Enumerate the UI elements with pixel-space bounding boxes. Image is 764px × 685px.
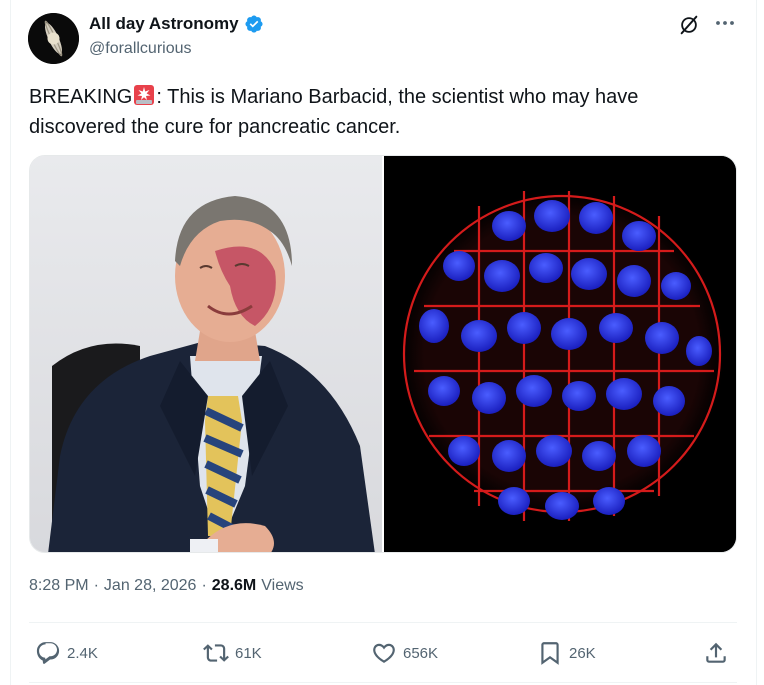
avatar[interactable]: [28, 13, 79, 64]
post-date[interactable]: Jan 28, 2026: [104, 577, 197, 595]
post-meta: 8:28 PM · Jan 28, 2026 · 28.6M Views: [29, 577, 304, 595]
bookmark-count: 26K: [569, 644, 596, 662]
more-dots-icon[interactable]: [712, 10, 738, 36]
heart-icon: [373, 643, 395, 663]
bottom-divider: [29, 682, 737, 683]
grok-icon[interactable]: [678, 14, 700, 36]
like-button[interactable]: 656K: [371, 636, 438, 670]
share-icon: [706, 642, 726, 663]
post-text-prefix: BREAKING: [29, 86, 133, 108]
repost-button[interactable]: 61K: [203, 636, 262, 670]
views-count: 28.6M: [211, 577, 257, 594]
display-name-text[interactable]: All day Astronomy: [89, 14, 239, 34]
like-count: 656K: [403, 644, 439, 662]
scientist-portrait-image: [30, 156, 382, 552]
reply-button[interactable]: 2.4K: [35, 636, 98, 670]
meta-separator: ·: [93, 577, 99, 594]
action-bar: 2.4K 61K 656K 26K: [29, 636, 737, 670]
verified-badge-icon: [245, 15, 263, 33]
user-handle[interactable]: @forallcurious: [89, 40, 192, 58]
reply-icon: [36, 642, 60, 664]
media-grid[interactable]: [29, 155, 737, 553]
saturn-avatar-icon: [28, 13, 79, 64]
cells-microscopy-photo[interactable]: [384, 156, 736, 552]
divider: [29, 622, 737, 623]
cell-cluster-image: [384, 156, 736, 552]
repost-icon: [203, 644, 229, 662]
reply-count: 2.4K: [67, 644, 98, 662]
share-button[interactable]: [703, 636, 729, 670]
repost-count: 61K: [235, 644, 262, 662]
display-name[interactable]: All day Astronomy: [89, 14, 264, 34]
scientist-photo[interactable]: [30, 156, 382, 552]
post-time[interactable]: 8:28 PM: [29, 577, 89, 595]
post-text: BREAKING: This is Mariano Barbacid, the …: [29, 82, 729, 142]
views-label: Views: [261, 577, 304, 594]
rotating-light-icon: [134, 85, 155, 105]
bookmark-icon: [541, 642, 559, 665]
bookmark-button[interactable]: 26K: [537, 636, 596, 670]
meta-separator-2: ·: [201, 577, 207, 594]
